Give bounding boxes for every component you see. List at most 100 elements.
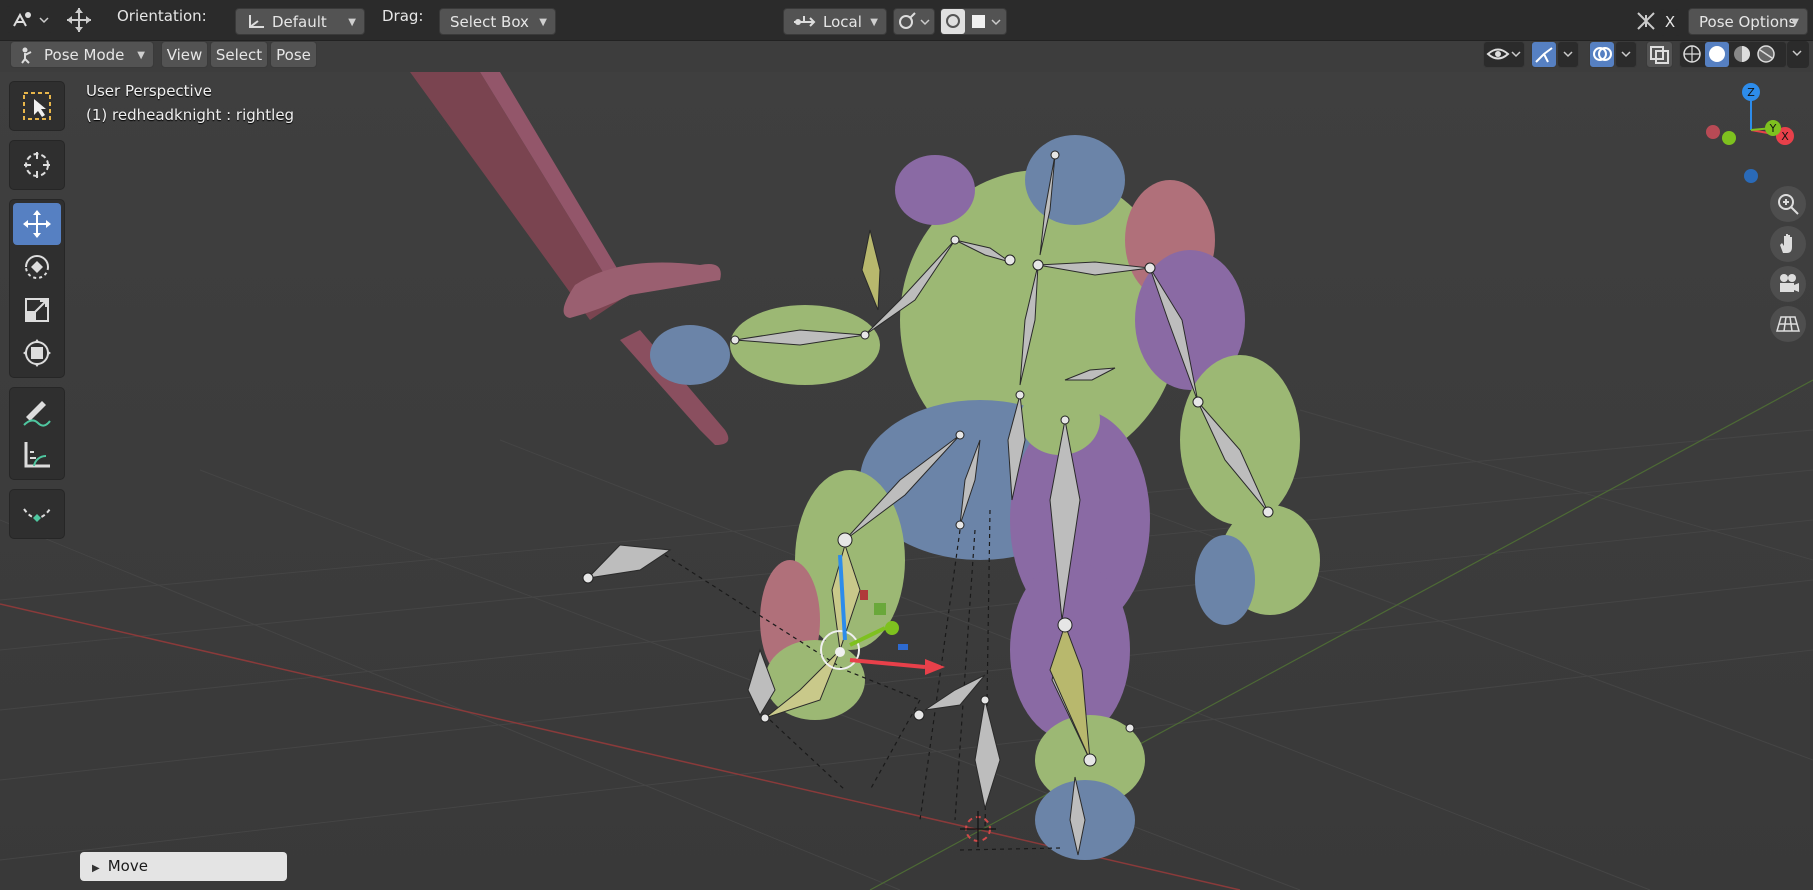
chevron-down-icon [1563,51,1573,58]
transform-tool[interactable] [13,332,61,374]
chevron-down-icon: ▼ [1791,17,1799,28]
editor-type-icon [13,12,49,27]
relax-tool-icon [23,508,51,522]
viewport-header: Pose Mode ▼ View Select Pose [0,41,1813,72]
chevron-down-icon: ▼ [348,17,356,28]
scale-tool-icon [25,298,49,322]
tool-group-select [9,81,65,131]
scale-tool[interactable] [13,289,61,331]
move-gizmo-button[interactable] [62,6,96,34]
neg-z-axis-icon[interactable] [1744,169,1758,183]
select-box-tool-icon [23,92,51,120]
menu-view[interactable]: View [161,41,208,68]
camera-icon [1780,274,1799,292]
overlay-icon [1593,47,1612,61]
rendered-shading-icon[interactable] [1757,45,1775,63]
gizmo-dropdown[interactable] [1557,41,1579,68]
tool-group-cursor [9,140,65,190]
close-x-label: X [1664,13,1676,31]
rotate-tool[interactable] [13,246,61,288]
zoom-button[interactable] [1770,186,1806,222]
solid-shading-icon[interactable] [1709,46,1725,62]
mode-dropdown[interactable]: Pose Mode ▼ [10,41,154,68]
select-box-tool[interactable] [13,85,61,127]
shading-modes [1679,41,1787,68]
chevron-down-icon: ▼ [539,17,547,28]
last-operator-panel[interactable]: ▶ Move [80,852,287,881]
move-tool[interactable] [13,203,61,245]
shading-dropdown[interactable] [1787,41,1809,68]
gizmo-icon [1535,47,1553,63]
transform-tool-icon [23,339,51,367]
gizmo-toggle[interactable] [1531,41,1557,68]
tool-shelf [9,81,65,548]
measure-tool[interactable] [13,434,61,476]
snap-button[interactable] [893,8,935,35]
visibility-dropdown[interactable] [1483,41,1525,68]
cursor-tool[interactable] [13,144,61,186]
3d-scene[interactable] [0,72,1813,890]
pivot-dropdown[interactable]: Local ▼ [783,8,887,35]
close-x-button[interactable]: X [1660,9,1680,36]
drag-label: Drag: [382,7,424,25]
pose-options-dropdown[interactable]: Pose Options ▼ [1688,8,1808,35]
visibility-icon [1486,48,1521,60]
operator-title: Move [107,857,148,875]
tool-group-transform [9,199,65,378]
xray-icon [1650,46,1669,64]
zoom-icon [1778,194,1799,215]
xray-toggle-icon[interactable] [1636,11,1656,31]
menu-pose[interactable]: Pose [270,41,317,68]
expand-triangle-icon[interactable]: ▶ [92,863,100,874]
relax-tool[interactable] [13,493,61,535]
rotate-tool-icon [25,255,49,279]
object-info: (1) redheadknight : rightleg [86,106,295,124]
material-shading-icon[interactable] [1734,46,1750,62]
orientation-icon [249,15,264,28]
editor-type-button[interactable] [6,6,52,33]
move-gizmo-icon [67,8,91,32]
camera-view-button[interactable] [1770,266,1806,302]
hand-icon [1780,234,1792,253]
neg-x-axis-icon[interactable] [1706,125,1720,139]
cursor-tool-icon [24,152,50,178]
proportional-editing-button[interactable] [940,8,1007,35]
drag-value: Select Box [450,13,529,31]
overlay-toggle[interactable] [1589,41,1615,68]
annotate-tool[interactable] [13,391,61,433]
x-axis-label: X [1781,130,1789,143]
tool-group-annotate [9,387,65,480]
view-name: User Perspective [86,82,212,100]
pan-button[interactable] [1770,226,1806,262]
measure-tool-icon [24,442,50,468]
orientation-label: Orientation: [117,7,207,25]
chevron-down-icon: ▼ [870,17,878,28]
z-axis-label: Z [1747,86,1755,99]
menu-select[interactable]: Select [210,41,268,68]
neg-y-axis-icon[interactable] [1722,131,1736,145]
top-header: Orientation: Default ▼ Drag: Select Box … [0,0,1813,41]
grid-icon [1776,316,1800,332]
tool-group-relax [9,489,65,539]
annotate-tool-icon [23,401,51,427]
mode-value: Pose Mode [44,46,125,64]
orientation-dropdown[interactable]: Default ▼ [235,8,365,35]
pose-mode-icon [21,47,32,64]
ortho-toggle-button[interactable] [1770,306,1806,342]
snap-icon [899,12,930,29]
xray-toggle[interactable] [1646,41,1673,68]
proportional-icon [941,9,1001,34]
navigation-gizmo[interactable]: Z X Y [1695,80,1800,185]
orientation-value: Default [272,13,327,31]
drag-dropdown[interactable]: Select Box ▼ [439,8,556,35]
3d-viewport[interactable]: User Perspective (1) redheadknight : rig… [0,72,1813,890]
move-tool-icon [23,210,51,238]
y-axis-label: Y [1769,122,1777,135]
chevron-down-icon [1792,50,1802,57]
pivot-value: Local [823,13,862,31]
wireframe-shading-icon[interactable] [1683,45,1701,63]
chevron-down-icon: ▼ [137,50,145,61]
overlay-dropdown[interactable] [1615,41,1637,68]
chevron-down-icon [1621,51,1631,58]
pose-options-label: Pose Options [1699,13,1797,31]
